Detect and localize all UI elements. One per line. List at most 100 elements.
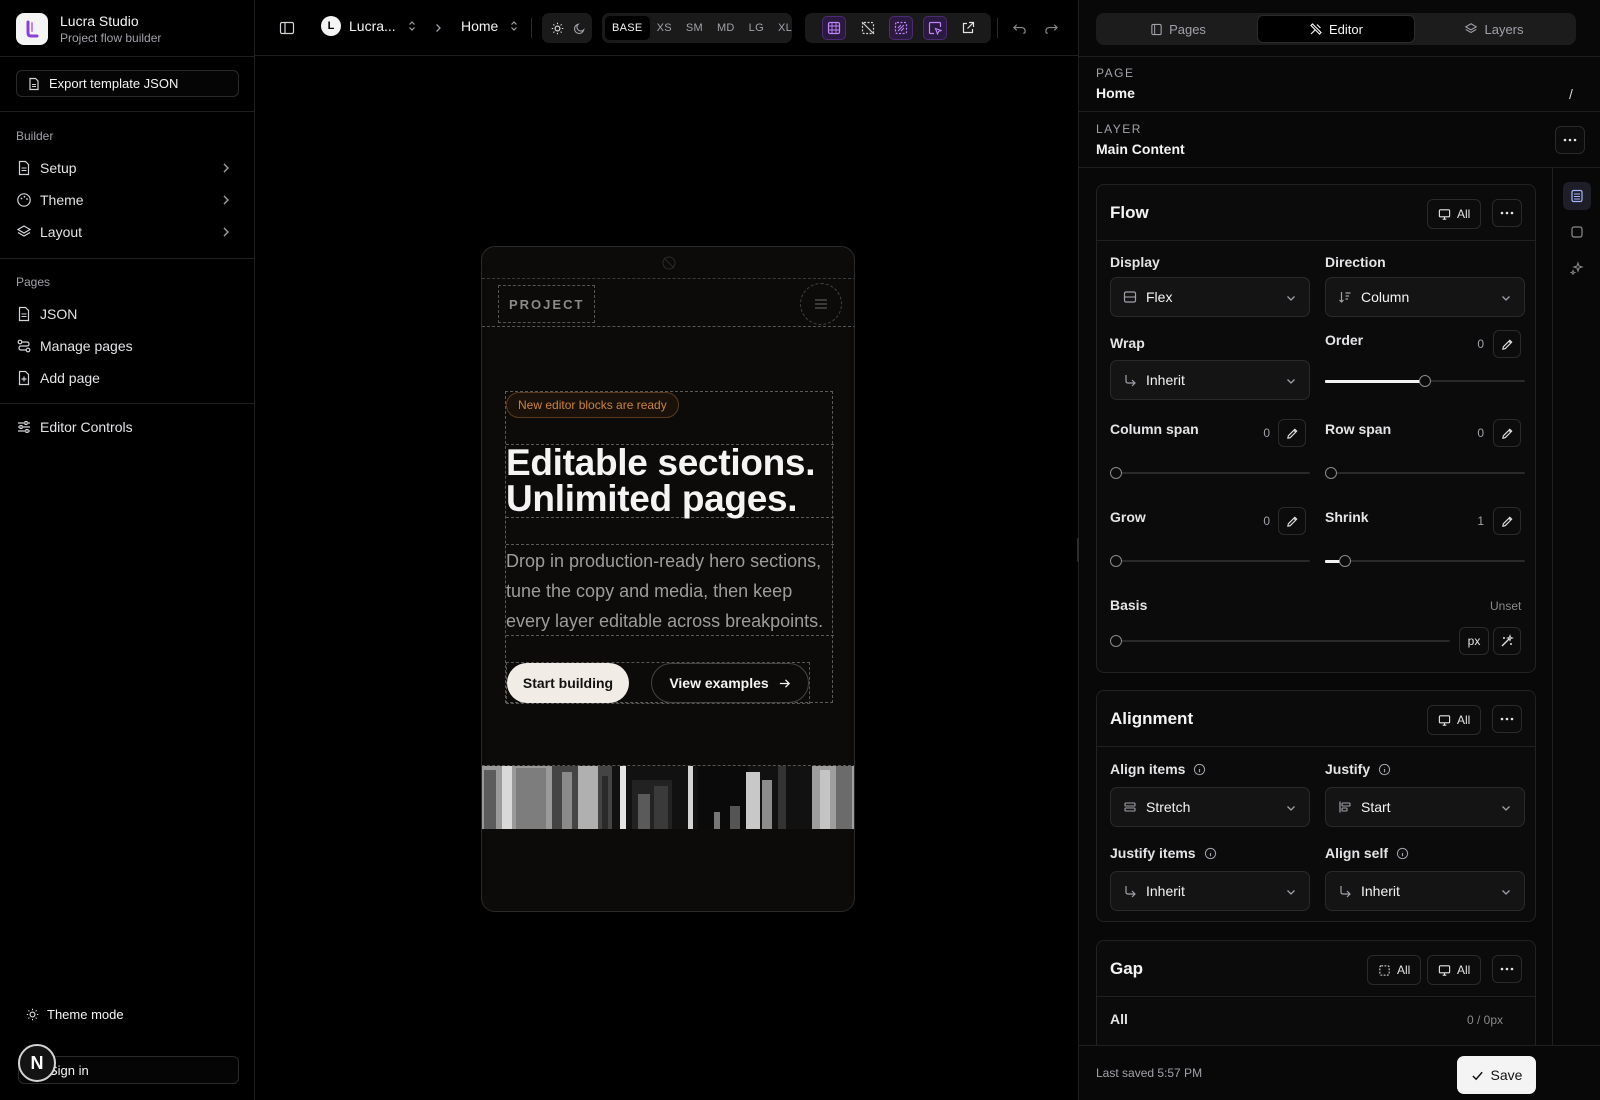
rail-effects-button[interactable] [1563, 254, 1591, 282]
shrink-slider[interactable] [1325, 555, 1525, 567]
corner-down-right-icon [1125, 886, 1136, 898]
toggle-sidebar-button[interactable] [275, 16, 299, 40]
direction-select[interactable]: Column [1325, 277, 1525, 317]
layers-icon [16, 225, 32, 237]
undo-button[interactable] [1007, 16, 1031, 40]
open-preview-button[interactable] [956, 16, 980, 40]
light-mode-button[interactable] [545, 16, 569, 40]
hero-headline[interactable]: Editable sections. Unlimited pages. [506, 444, 834, 518]
hero-section[interactable]: New editor blocks are ready Editable sec… [505, 391, 834, 704]
preview-logo-text[interactable]: PROJECT [498, 285, 596, 323]
square-icon [1571, 226, 1583, 238]
export-template-button[interactable]: Export template JSON [16, 70, 239, 97]
brand[interactable]: Lucra Studio Project flow builder [16, 12, 161, 46]
flow-scope-button[interactable]: All [1427, 199, 1482, 229]
save-button[interactable]: Save [1457, 1056, 1536, 1094]
editor-canvas[interactable]: PROJECT New editor blocks are ready Edit… [255, 56, 1078, 1100]
hero-subcopy[interactable]: Drop in production-ready hero sections, … [506, 544, 834, 636]
column-span-slider[interactable] [1110, 467, 1310, 479]
align-self-select[interactable]: Inherit [1325, 871, 1525, 911]
tab-editor[interactable]: Editor [1257, 15, 1415, 43]
shrink-edit-button[interactable] [1493, 507, 1521, 535]
wrap-select[interactable]: Inherit [1110, 360, 1310, 400]
column-span-edit-button[interactable] [1278, 419, 1306, 447]
project-avatar: L [321, 16, 341, 36]
theme-mode-button[interactable]: Theme mode [26, 1007, 124, 1022]
row-span-edit-button[interactable] [1493, 419, 1521, 447]
properties-panel: Pages Editor Layers PAGE Home / LAYER Ma… [1079, 0, 1600, 1100]
hero-image-strip[interactable] [482, 765, 854, 829]
grow-slider[interactable] [1110, 555, 1310, 567]
alignment-options-button[interactable] [1492, 705, 1522, 733]
sidebar-item-manage-pages[interactable]: Manage pages [16, 333, 239, 359]
justify-items-select[interactable]: Inherit [1110, 871, 1310, 911]
select-mode-button[interactable] [923, 16, 947, 40]
layer-options-button[interactable] [1555, 126, 1585, 154]
sun-icon [26, 1008, 39, 1021]
slider-thumb[interactable] [1110, 635, 1122, 647]
sidebar-item-setup[interactable]: Setup [16, 155, 239, 181]
hide-outlines-button[interactable] [856, 16, 880, 40]
slider-thumb[interactable] [1419, 375, 1431, 387]
info-icon[interactable] [1396, 847, 1409, 860]
gap-device-scope-button[interactable]: All [1427, 955, 1482, 985]
slider-thumb[interactable] [1339, 555, 1351, 567]
align-items-select[interactable]: Stretch [1110, 787, 1310, 827]
sidebar-item-json[interactable]: JSON [16, 301, 239, 327]
start-building-button[interactable]: Start building [507, 663, 629, 703]
breakpoint-xl[interactable]: XL [771, 16, 799, 40]
alignment-scope-button[interactable]: All [1427, 705, 1482, 735]
avatar[interactable]: N [18, 1044, 56, 1082]
file-icon [29, 77, 39, 90]
order-slider[interactable] [1325, 375, 1525, 387]
tab-layers[interactable]: Layers [1415, 15, 1573, 43]
row-span-value: 0 [1477, 426, 1484, 440]
breakpoint-sm[interactable]: SM [679, 16, 710, 40]
document-icon [18, 160, 30, 176]
rail-box-button[interactable] [1563, 218, 1591, 246]
basis-slider[interactable] [1110, 635, 1450, 647]
gap-options-button[interactable] [1492, 955, 1522, 983]
breakpoint-lg[interactable]: LG [742, 16, 771, 40]
gap-state-scope-button[interactable]: All [1367, 955, 1422, 985]
sidebar-item-label: JSON [40, 306, 78, 322]
sidebar-item-add-page[interactable]: Add page [16, 365, 239, 391]
hero-button-group[interactable]: Start building View examples [506, 662, 810, 704]
basis-label: Basis [1110, 597, 1148, 613]
spacing-overlay-button[interactable] [889, 16, 913, 40]
tab-pages[interactable]: Pages [1099, 15, 1257, 43]
info-icon[interactable] [1193, 763, 1206, 776]
sidebar-item-editor-controls[interactable]: Editor Controls [16, 414, 239, 440]
display-select[interactable]: Flex [1110, 277, 1310, 317]
slider-thumb[interactable] [1325, 467, 1337, 479]
redo-button[interactable] [1039, 16, 1063, 40]
breakpoint-base[interactable]: BASE [605, 16, 650, 40]
row-span-slider[interactable] [1325, 467, 1525, 479]
basis-auto-button[interactable] [1493, 627, 1521, 655]
brand-subtitle: Project flow builder [60, 31, 162, 45]
breakpoint-md[interactable]: MD [710, 16, 742, 40]
grid-overlay-button[interactable] [822, 16, 846, 40]
rail-layout-button[interactable] [1563, 182, 1591, 210]
view-examples-button[interactable]: View examples [651, 663, 809, 703]
preview-navbar[interactable]: PROJECT [482, 279, 854, 327]
breakpoint-xs[interactable]: XS [650, 16, 679, 40]
dark-mode-button[interactable] [567, 16, 591, 40]
sidebar-item-layout[interactable]: Layout [16, 219, 239, 245]
slider-thumb[interactable] [1110, 467, 1122, 479]
slider-thumb[interactable] [1110, 555, 1122, 567]
grow-edit-button[interactable] [1278, 507, 1306, 535]
order-edit-button[interactable] [1493, 330, 1521, 358]
flow-options-button[interactable] [1492, 199, 1522, 227]
preview-menu-button[interactable] [800, 283, 842, 325]
info-icon[interactable] [1378, 763, 1391, 776]
info-icon[interactable] [1204, 847, 1217, 860]
justify-select[interactable]: Start [1325, 787, 1525, 827]
project-selector[interactable]: L Lucra... [321, 16, 418, 36]
basis-unit-button[interactable]: px [1459, 627, 1489, 655]
slider-fill [1325, 380, 1425, 383]
sidebar-item-theme[interactable]: Theme [16, 187, 239, 213]
announcement-badge[interactable]: New editor blocks are ready [506, 392, 679, 418]
flow-title: Flow [1110, 203, 1149, 222]
page-selector[interactable]: Home [461, 18, 520, 34]
